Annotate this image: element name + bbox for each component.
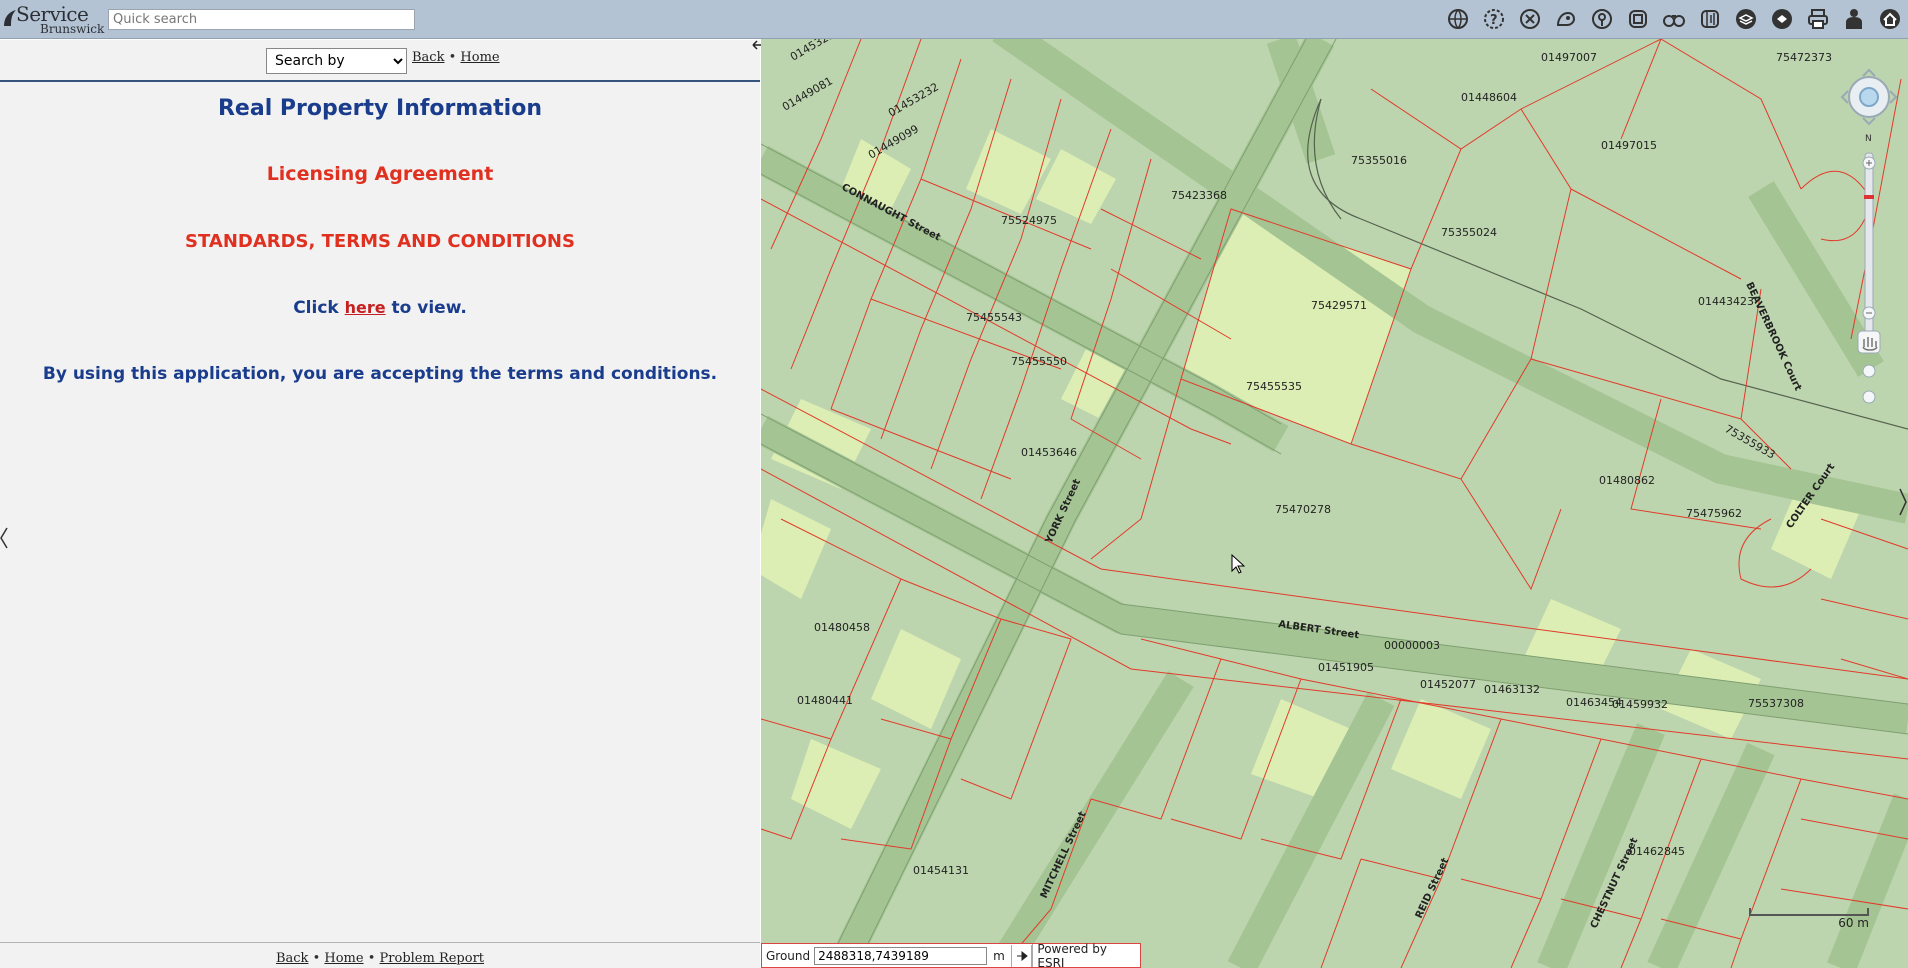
- print-icon[interactable]: [1800, 4, 1836, 34]
- parcel-label: 01451905: [1318, 661, 1374, 674]
- parcel-label: 75455535: [1246, 380, 1302, 393]
- collapse-right-icon[interactable]: [1898, 487, 1908, 517]
- locate-icon[interactable]: [1584, 4, 1620, 34]
- parcel-map-canvas[interactable]: 0145322401449081 014532320144909975423368…: [761, 39, 1908, 968]
- help-icon[interactable]: ?: [1476, 4, 1512, 34]
- clear-icon[interactable]: [1512, 4, 1548, 34]
- parcel-label: 75475962: [1686, 507, 1742, 520]
- home-link[interactable]: Home: [460, 50, 499, 65]
- parcel-label: 00000003: [1384, 639, 1440, 652]
- zoom-slider-handle[interactable]: [1864, 195, 1874, 199]
- terms-here-link[interactable]: here: [345, 298, 386, 317]
- parcel-label: 01480441: [797, 694, 853, 707]
- back-link[interactable]: Back: [412, 50, 444, 65]
- coord-go-icon[interactable]: [1010, 944, 1033, 967]
- separator: •: [312, 951, 321, 966]
- parcel-label: 01448604: [1461, 91, 1517, 104]
- scale-label: 60 m: [1838, 916, 1869, 930]
- page-title: Real Property Information: [217, 96, 543, 121]
- footer-back-link[interactable]: Back: [276, 951, 308, 966]
- mouse-cursor-icon: [1231, 554, 1245, 574]
- standards-heading: STANDARDS, TERMS AND CONDITIONS: [185, 231, 575, 252]
- layers-icon[interactable]: [1728, 4, 1764, 34]
- panel-content: Real Property Information Licensing Agre…: [0, 84, 760, 384]
- zoom-box-out-icon[interactable]: [1862, 390, 1876, 404]
- parcel-label: 01497007: [1541, 51, 1597, 64]
- coord-label: Ground: [766, 948, 811, 963]
- binoculars-icon[interactable]: [1656, 4, 1692, 34]
- parcel-label: 75470278: [1275, 503, 1331, 516]
- parcel-label: 01453646: [1021, 446, 1077, 459]
- parcel-label: 75455543: [966, 311, 1022, 324]
- click-text: Click: [293, 298, 339, 318]
- service-nb-logo[interactable]: Service Brunswick: [2, 2, 104, 36]
- zoom-slider-track[interactable]: [1864, 152, 1874, 354]
- parcel-label: 75472373: [1776, 51, 1832, 64]
- map-navigation-widget[interactable]: N: [1830, 51, 1908, 411]
- parcel-label: 01480862: [1599, 474, 1655, 487]
- left-panel: Search by Back • Home Real Property Info…: [0, 40, 760, 968]
- search-by-select[interactable]: Search by: [266, 48, 407, 74]
- parcel-label: 75355024: [1441, 226, 1497, 239]
- parcel-label: 01497015: [1601, 139, 1657, 152]
- globe-icon[interactable]: [1440, 4, 1476, 34]
- parcel-label: 01452077: [1420, 678, 1476, 691]
- legend-icon[interactable]: [1764, 4, 1800, 34]
- home-icon[interactable]: [1872, 4, 1908, 34]
- panel-footer: Back • Home • Problem Report: [0, 942, 760, 968]
- top-bar: Service Brunswick ?: [0, 0, 1908, 39]
- user-icon[interactable]: [1836, 4, 1872, 34]
- logo-subtitle: Brunswick: [40, 22, 105, 36]
- map-view[interactable]: 01453224 01449081 01453232 01449099 75423368…: [761, 39, 1908, 968]
- parcel-label: 75537308: [1748, 697, 1804, 710]
- svg-text:?: ?: [1490, 13, 1498, 28]
- north-label: N: [1865, 134, 1872, 144]
- panel-nav-bar: Search by Back • Home: [0, 40, 760, 82]
- measure-icon[interactable]: [1692, 4, 1728, 34]
- parcel-label: 75455550: [1011, 355, 1067, 368]
- parcel-label: 75524975: [1001, 214, 1057, 227]
- parcel-label: 01443423: [1698, 295, 1754, 308]
- zoom-box-in-icon[interactable]: [1862, 364, 1876, 378]
- map-toolbar: ?: [1440, 4, 1908, 34]
- collapse-left-icon[interactable]: [0, 526, 8, 550]
- identify-icon[interactable]: [1548, 4, 1584, 34]
- coord-unit: m: [993, 948, 1005, 963]
- coord-input[interactable]: [814, 946, 988, 965]
- licensing-heading: Licensing Agreement: [266, 163, 494, 185]
- world-extent-icon[interactable]: [1859, 87, 1879, 107]
- acceptance-notice: By using this application, you are accep…: [42, 364, 718, 384]
- scale-line: [1749, 908, 1869, 916]
- footer-home-link[interactable]: Home: [324, 951, 363, 966]
- parcel-label: 75429571: [1311, 299, 1367, 312]
- parcel-label: 01480458: [814, 621, 870, 634]
- separator: •: [448, 50, 457, 65]
- to-view-text: to view.: [391, 298, 467, 318]
- parcel-label: 01454131: [913, 864, 969, 877]
- parcel-label: 01459932: [1612, 698, 1668, 711]
- extent-icon[interactable]: [1620, 4, 1656, 34]
- quick-search-input[interactable]: [108, 9, 415, 30]
- view-terms-line: Click here to view.: [0, 298, 760, 318]
- breadcrumb: Back • Home: [412, 50, 500, 65]
- parcel-label: 01463132: [1484, 683, 1540, 696]
- parcel-label: 75355016: [1351, 154, 1407, 167]
- scale-bar: 60 m: [1749, 908, 1869, 934]
- coordinate-bar: Ground m Powered by ESRI: [761, 942, 1141, 968]
- separator: •: [367, 951, 376, 966]
- powered-by-label: Powered by ESRI: [1032, 942, 1140, 968]
- problem-report-link[interactable]: Problem Report: [380, 951, 485, 966]
- parcel-label: 75423368: [1171, 189, 1227, 202]
